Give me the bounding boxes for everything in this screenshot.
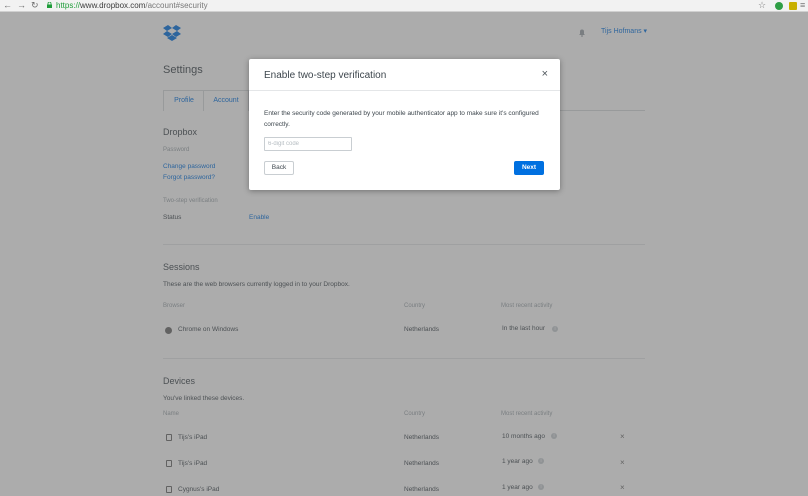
url-scheme: https:// — [56, 1, 81, 10]
dialog-title: Enable two-step verification — [264, 70, 387, 81]
back-arrow-icon[interactable]: ← — [3, 0, 12, 11]
close-icon[interactable]: × — [542, 68, 548, 80]
divider — [249, 90, 560, 91]
dialog-instructions: Enter the security code generated by you… — [264, 110, 539, 128]
menu-icon[interactable]: ≡ — [800, 0, 805, 11]
lock-icon — [47, 2, 52, 8]
two-step-dialog: Enable two-step verification × Enter the… — [249, 59, 560, 190]
extension-icon[interactable] — [775, 2, 783, 10]
address-bar[interactable]: https://www.dropbox.com/account#security — [56, 0, 208, 11]
url-path: /account#security — [145, 1, 208, 10]
extension-icon-2[interactable] — [789, 2, 797, 10]
browser-toolbar: ← → ↻ https://www.dropbox.com/account#se… — [0, 0, 808, 12]
url-host: www.dropbox.com — [80, 1, 146, 10]
star-icon[interactable]: ☆ — [758, 0, 766, 11]
reload-icon[interactable]: ↻ — [31, 0, 39, 11]
next-button[interactable]: Next — [514, 161, 544, 175]
security-code-input[interactable] — [264, 137, 352, 151]
forward-arrow-icon[interactable]: → — [17, 0, 26, 11]
back-button[interactable]: Back — [264, 161, 294, 175]
